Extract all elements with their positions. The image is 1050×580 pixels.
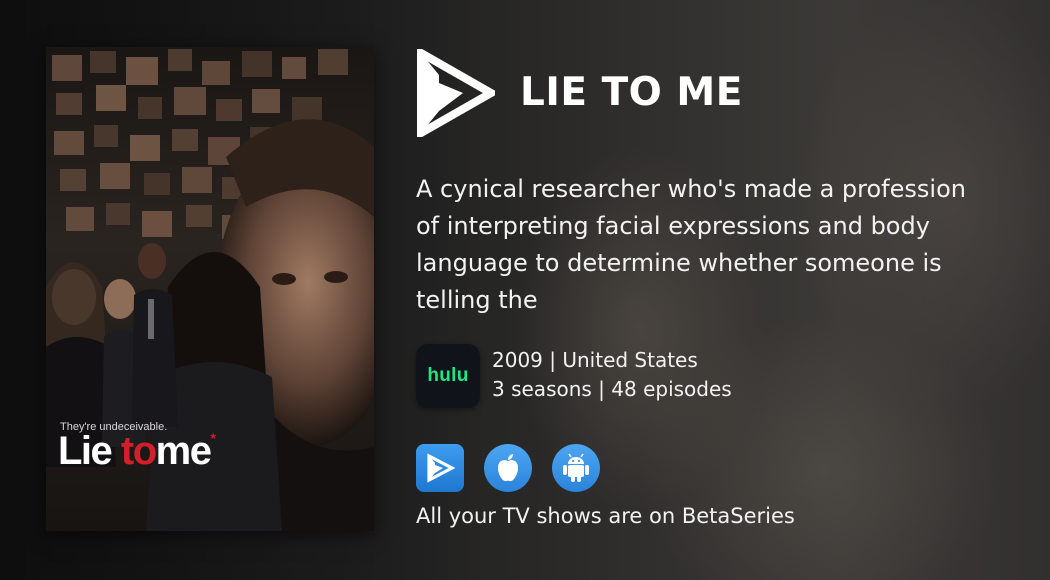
show-title: LIE TO ME <box>520 70 743 115</box>
poster-title-lie: Lie <box>58 429 121 473</box>
poster-title-to: to <box>120 429 157 473</box>
betaseries-tagline-link[interactable]: All your TV shows are on BetaSeries <box>416 504 795 528</box>
poster-title-mark: * <box>210 430 215 446</box>
betaseries-play-icon[interactable] <box>417 49 495 137</box>
year-country: 2009 | United States <box>492 348 698 372</box>
android-app-button[interactable] <box>552 444 600 492</box>
poster-title: Lie tome* <box>58 429 216 473</box>
poster-title-me: me <box>155 429 212 473</box>
provider-name: hulu <box>427 365 469 386</box>
apple-icon <box>498 454 518 482</box>
betaseries-app-icon <box>427 453 455 483</box>
show-poster: They're undeceivable. Lie tome* <box>46 47 374 531</box>
betaseries-app-button[interactable] <box>416 444 464 492</box>
show-description: A cynical researcher who's made a profes… <box>416 175 966 314</box>
show-meta: 2009 | United States 3 seasons | 48 epis… <box>492 346 732 404</box>
android-icon <box>563 453 589 482</box>
app-download-buttons <box>416 444 600 492</box>
apple-app-button[interactable] <box>484 444 532 492</box>
hulu-provider-button[interactable]: hulu <box>416 344 480 408</box>
seasons-episodes: 3 seasons | 48 episodes <box>492 377 732 401</box>
